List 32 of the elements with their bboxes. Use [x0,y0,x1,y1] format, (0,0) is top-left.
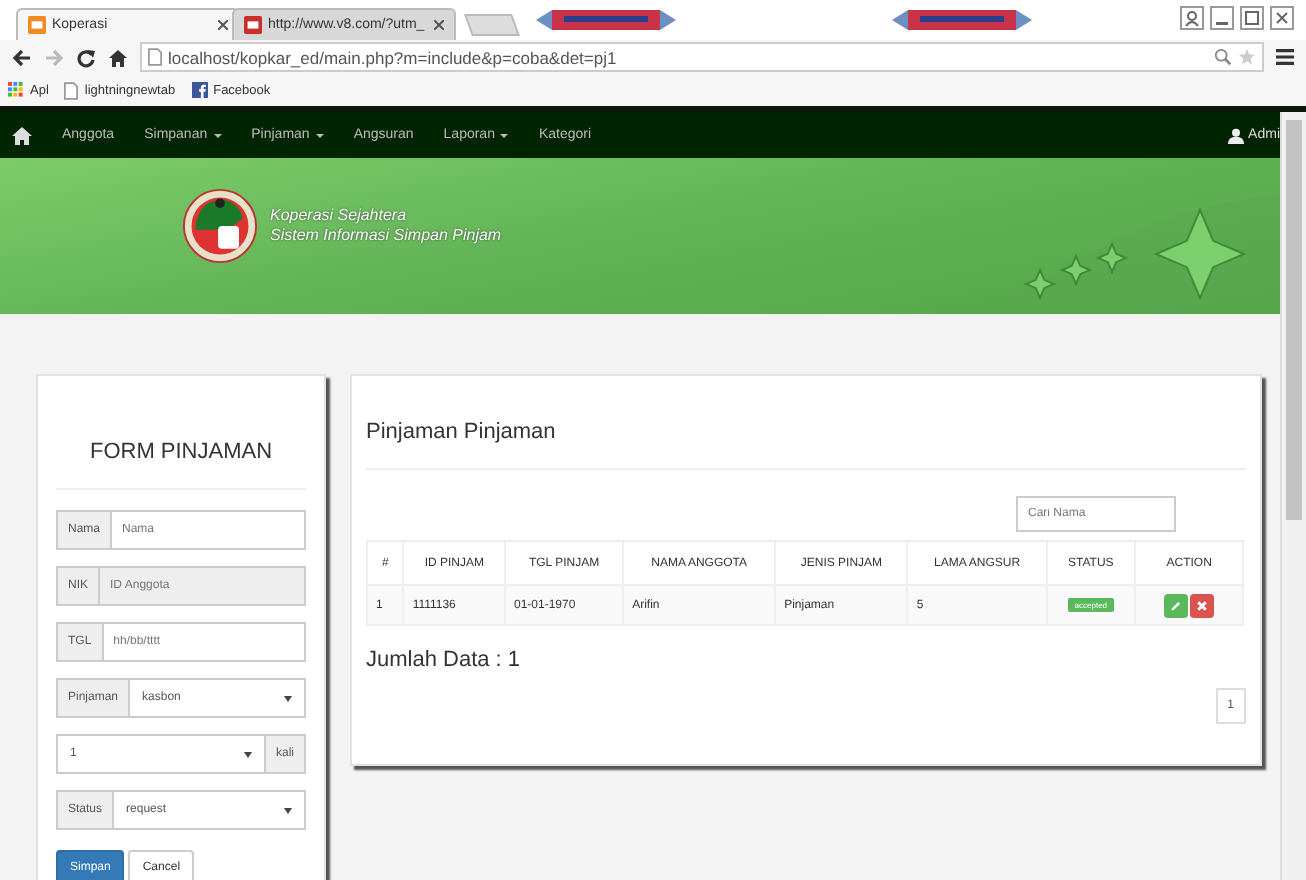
panel-title: Pinjaman Pinjaman [366,376,1246,470]
total-count: Jumlah Data : 1 [366,646,523,672]
home-icon[interactable] [108,47,128,67]
star-icon[interactable] [1238,48,1256,66]
banner-title: Koperasi Sejahtera [270,206,409,226]
delete-button[interactable] [1190,593,1215,617]
pencil-icon [1169,599,1182,611]
home-icon[interactable] [12,125,32,145]
zoom-icon[interactable] [1214,48,1232,66]
close-icon[interactable] [434,20,444,30]
close-icon[interactable] [1270,6,1294,30]
close-icon[interactable] [218,20,228,30]
minimize-icon[interactable] [1210,6,1234,30]
back-icon[interactable] [12,47,32,67]
close-icon [1196,599,1209,611]
user-icon [1228,127,1245,143]
page-favicon-icon [28,16,46,34]
user-icon[interactable] [1180,6,1204,30]
url-text: localhost/kopkar_ed/main.php?m=include&p=coba&det=pj1 [168,47,617,67]
v-favicon-icon [244,16,262,34]
page-icon [148,48,162,66]
address-bar[interactable]: localhost/kopkar_ed/main.php?m=include&p=coba&det=pj1 [140,42,1264,72]
facebook-icon [191,82,208,98]
logo-icon [182,188,258,264]
form-title: FORM PINJAMAN [56,376,306,490]
maximize-icon[interactable] [1240,6,1264,30]
page-icon [64,81,79,99]
reload-icon[interactable] [76,47,96,67]
menu-icon[interactable] [1276,48,1294,66]
scroll-bar[interactable] [1280,112,1306,880]
banner-subtitle: Sistem Informasi Simpan Pinjam [270,226,502,246]
apps-grid-icon [8,82,24,98]
